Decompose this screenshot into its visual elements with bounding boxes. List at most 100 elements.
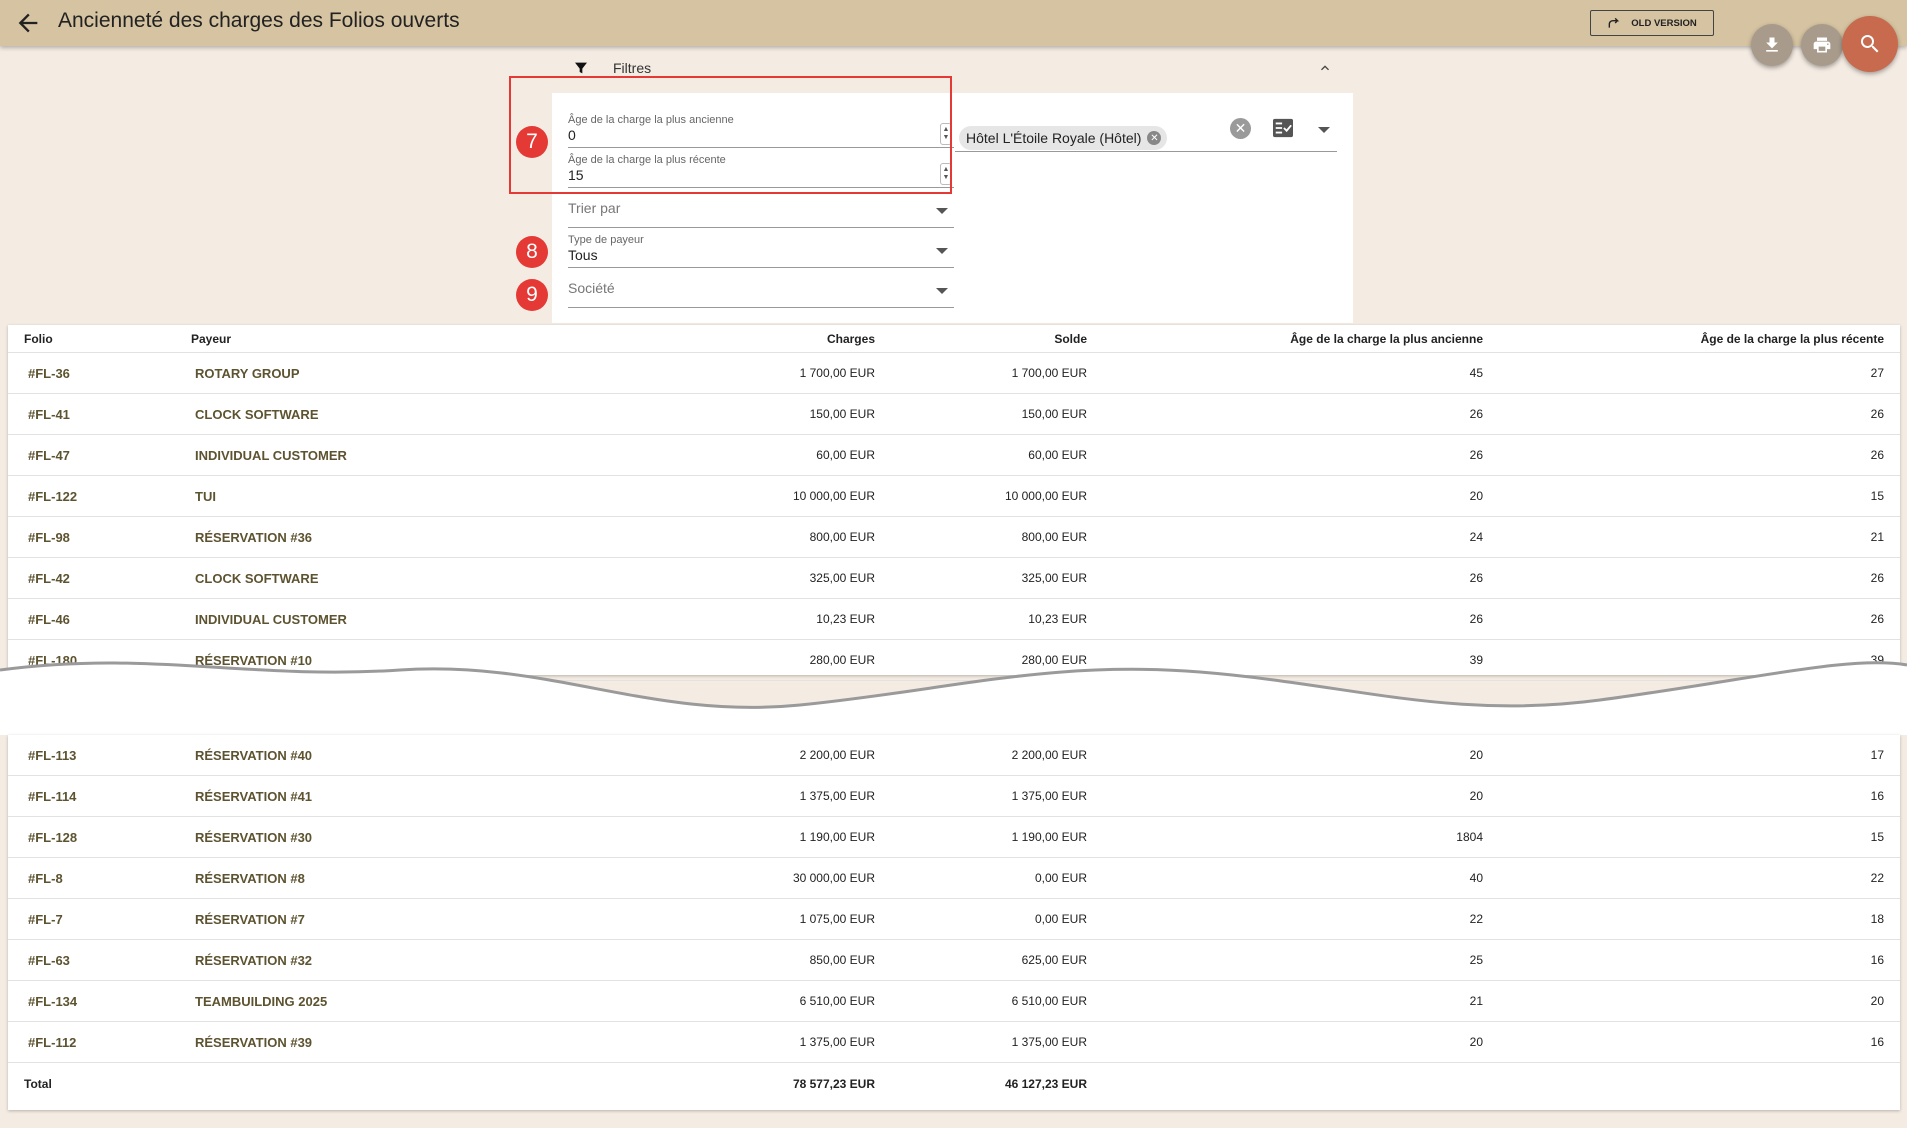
column-header-oldest-age[interactable]: Âge de la charge la plus ancienne	[1233, 325, 1483, 352]
newest-age-cell: 21	[1870, 530, 1884, 544]
charges-cell: 850,00 EUR	[809, 953, 875, 967]
newest-age-cell: 16	[1870, 789, 1884, 803]
newest-age-cell: 18	[1870, 912, 1884, 926]
table-row[interactable]: #FL-134 TEAMBUILDING 2025 6 510,00 EUR 6 51…	[8, 981, 1900, 1022]
payer-link[interactable]: CLOCK SOFTWARE	[195, 394, 319, 434]
charges-cell: 60,00 EUR	[816, 448, 875, 462]
folio-link[interactable]: #FL-114	[28, 776, 76, 816]
table-row[interactable]: #FL-122 TUI 10 000,00 EUR 10 000,00 EUR 20 15	[8, 476, 1900, 517]
charges-cell: 2 200,00 EUR	[799, 748, 875, 762]
column-header-balance[interactable]: Solde	[887, 325, 1087, 352]
back-arrow-icon[interactable]	[14, 9, 42, 37]
table-header-row: Folio Payeur Charges Solde Âge de la cha…	[8, 325, 1900, 353]
old-version-button[interactable]: OLD VERSION	[1590, 10, 1714, 36]
download-button[interactable]	[1751, 24, 1793, 66]
company-select[interactable]: Société	[568, 278, 954, 308]
balance-cell: 0,00 EUR	[1034, 912, 1087, 926]
charges-cell: 30 000,00 EUR	[792, 871, 875, 885]
newest-age-cell: 22	[1870, 871, 1884, 885]
filters-header[interactable]: Filtres	[573, 60, 651, 76]
payer-link[interactable]: INDIVIDUAL CUSTOMER	[195, 435, 347, 475]
payer-link[interactable]: ROTARY GROUP	[195, 353, 300, 393]
folio-link[interactable]: #FL-8	[28, 858, 63, 898]
oldest-age-cell: 26	[1469, 448, 1483, 462]
charges-cell: 150,00 EUR	[809, 407, 875, 421]
payer-link[interactable]: RÉSERVATION #30	[195, 817, 312, 857]
oldest-age-cell: 1804	[1456, 830, 1483, 844]
folio-link[interactable]: #FL-42	[28, 558, 70, 598]
print-button[interactable]	[1801, 24, 1843, 66]
folio-link[interactable]: #FL-98	[28, 517, 70, 557]
checklist-icon[interactable]	[1272, 118, 1294, 143]
payer-link[interactable]: RÉSERVATION #8	[195, 858, 305, 898]
folio-link[interactable]: #FL-128	[28, 817, 77, 857]
table-row[interactable]: #FL-47 INDIVIDUAL CUSTOMER 60,00 EUR 60,00 …	[8, 435, 1900, 476]
newest-age-cell: 15	[1870, 830, 1884, 844]
table-row[interactable]: #FL-42 CLOCK SOFTWARE 325,00 EUR 325,00 EUR…	[8, 558, 1900, 599]
table-row[interactable]: #FL-36 ROTARY GROUP 1 700,00 EUR 1 700,00 E…	[8, 353, 1900, 394]
payer-link[interactable]: RÉSERVATION #40	[195, 735, 312, 775]
table-row[interactable]: #FL-114 RÉSERVATION #41 1 375,00 EUR 1 375,…	[8, 776, 1900, 817]
payer-type-select[interactable]: Type de payeur Tous	[568, 234, 954, 268]
payer-link[interactable]: RÉSERVATION #39	[195, 1022, 312, 1062]
filter-icon	[575, 62, 587, 74]
balance-cell: 10 000,00 EUR	[1004, 489, 1087, 503]
page-title: Ancienneté des charges des Folios ouvert…	[58, 9, 460, 32]
table-row[interactable]: #FL-128 RÉSERVATION #30 1 190,00 EUR 1 190,…	[8, 817, 1900, 858]
charges-cell: 6 510,00 EUR	[799, 994, 875, 1008]
oldest-age-cell: 40	[1469, 871, 1483, 885]
table-row[interactable]: #FL-8 RÉSERVATION #8 30 000,00 EUR 0,00 EUR…	[8, 858, 1900, 899]
balance-cell: 150,00 EUR	[1021, 407, 1087, 421]
payer-link[interactable]: TUI	[195, 476, 216, 516]
dropdown-caret-icon[interactable]	[1318, 127, 1330, 133]
table-row[interactable]: #FL-7 RÉSERVATION #7 1 075,00 EUR 0,00 EUR 2…	[8, 899, 1900, 940]
charges-cell: 1 700,00 EUR	[799, 366, 875, 380]
folio-link[interactable]: #FL-7	[28, 899, 63, 939]
chevron-up-icon[interactable]	[1317, 60, 1333, 81]
charges-cell: 1 375,00 EUR	[799, 789, 875, 803]
total-balance: 46 127,23 EUR	[1004, 1076, 1087, 1091]
balance-cell: 800,00 EUR	[1021, 530, 1087, 544]
table-row[interactable]: #FL-41 CLOCK SOFTWARE 150,00 EUR 150,00 EUR…	[8, 394, 1900, 435]
payer-link[interactable]: RÉSERVATION #7	[195, 899, 305, 939]
charges-cell: 1 375,00 EUR	[799, 1035, 875, 1049]
payer-link[interactable]: TEAMBUILDING 2025	[195, 981, 327, 1021]
folio-link[interactable]: #FL-47	[28, 435, 70, 475]
oldest-age-cell: 45	[1469, 366, 1483, 380]
folio-link[interactable]: #FL-112	[28, 1022, 76, 1062]
sort-by-select[interactable]: Trier par	[568, 198, 954, 228]
folio-link[interactable]: #FL-134	[28, 981, 77, 1021]
charges-cell: 1 075,00 EUR	[799, 912, 875, 926]
search-button[interactable]	[1842, 16, 1898, 72]
clear-icon[interactable]: ✕	[1230, 118, 1251, 139]
balance-cell: 625,00 EUR	[1021, 953, 1087, 967]
column-header-folio[interactable]: Folio	[24, 325, 53, 352]
balance-cell: 1 700,00 EUR	[1011, 366, 1087, 380]
payer-type-value: Tous	[568, 247, 598, 263]
column-header-newest-age[interactable]: Âge de la charge la plus récente	[1634, 325, 1884, 352]
table-row[interactable]: #FL-98 RÉSERVATION #36 800,00 EUR 800,00 EU…	[8, 517, 1900, 558]
chip-remove-icon[interactable]: ✕	[1147, 131, 1162, 145]
column-header-charges[interactable]: Charges	[675, 325, 875, 352]
folio-link[interactable]: #FL-122	[28, 476, 77, 516]
newest-age-cell: 16	[1870, 1035, 1884, 1049]
payer-link[interactable]: RÉSERVATION #41	[195, 776, 312, 816]
payer-link[interactable]: RÉSERVATION #32	[195, 940, 312, 980]
folio-link[interactable]: #FL-113	[28, 735, 76, 775]
payer-link[interactable]: RÉSERVATION #36	[195, 517, 312, 557]
folio-link[interactable]: #FL-41	[28, 394, 70, 434]
payer-link[interactable]: CLOCK SOFTWARE	[195, 558, 319, 598]
table-row[interactable]: #FL-63 RÉSERVATION #32 850,00 EUR 625,00 EU…	[8, 940, 1900, 981]
folio-link[interactable]: #FL-36	[28, 353, 70, 393]
balance-cell: 1 375,00 EUR	[1011, 1035, 1087, 1049]
folio-table-top: Folio Payeur Charges Solde Âge de la cha…	[8, 325, 1900, 681]
oldest-age-cell: 20	[1469, 789, 1483, 803]
filters-title: Filtres	[613, 60, 652, 76]
oldest-age-cell: 20	[1469, 748, 1483, 762]
newest-age-cell: 26	[1870, 571, 1884, 585]
table-row[interactable]: #FL-112 RÉSERVATION #39 1 375,00 EUR 1 375,…	[8, 1022, 1900, 1063]
column-header-payer[interactable]: Payeur	[191, 325, 231, 352]
oldest-age-cell: 24	[1469, 530, 1483, 544]
folio-link[interactable]: #FL-63	[28, 940, 70, 980]
table-row[interactable]: #FL-113 RÉSERVATION #40 2 200,00 EUR 2 200,…	[8, 735, 1900, 776]
